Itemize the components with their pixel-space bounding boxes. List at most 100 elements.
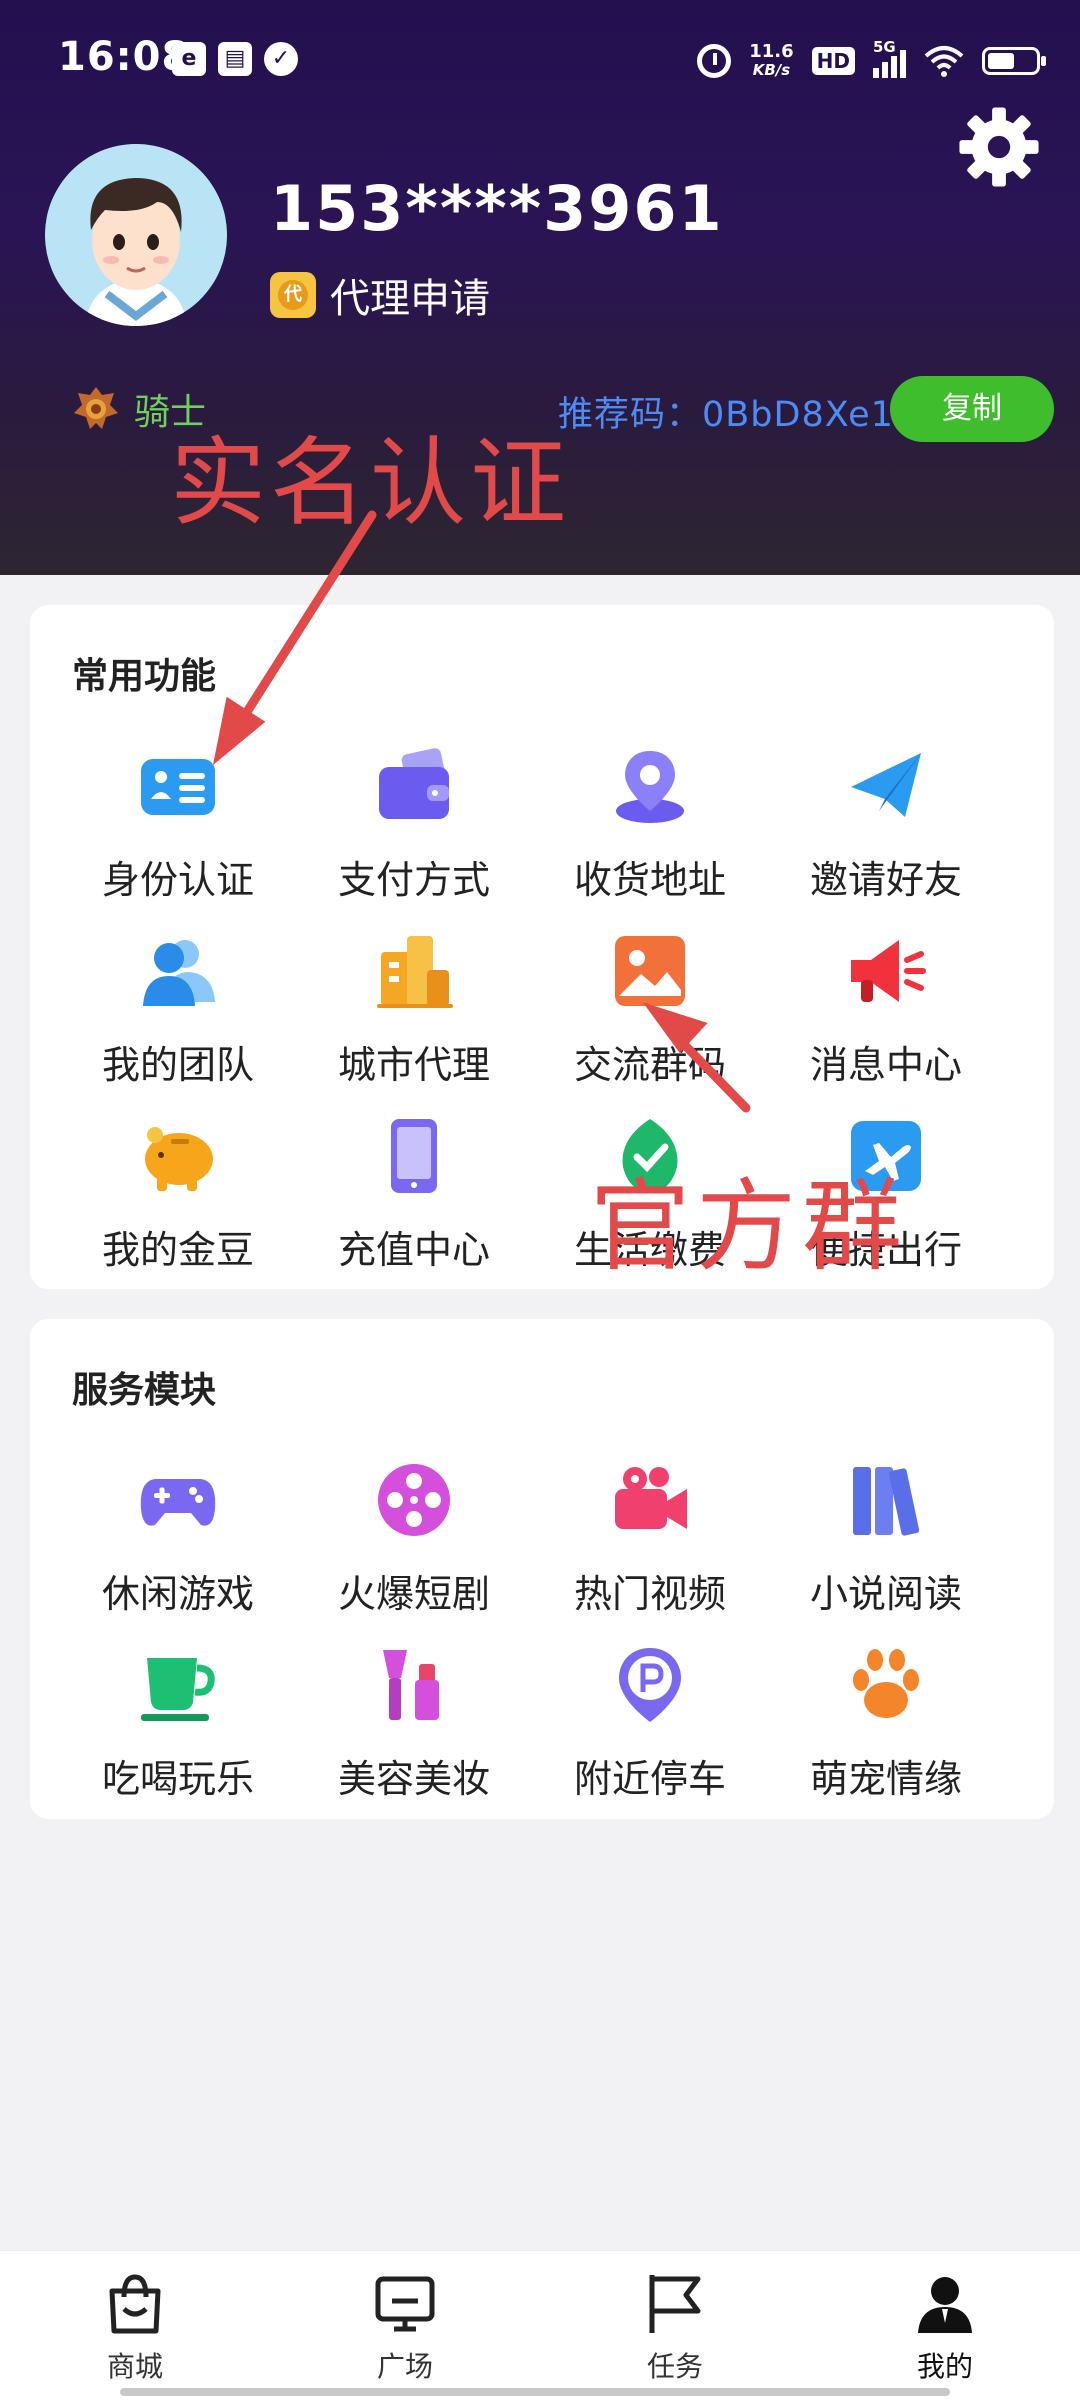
grid-item-group-code[interactable]: 交流群码: [532, 930, 768, 1115]
paw-icon: [853, 1649, 919, 1718]
network-speed: 11.6 KB/s: [749, 41, 794, 80]
grid-item-travel[interactable]: 便捷出行: [768, 1115, 1004, 1300]
qr-image-icon: [615, 936, 685, 1006]
team-icon: [143, 940, 215, 1006]
user-rank: 骑士: [72, 383, 206, 435]
location-pin-icon: [616, 751, 684, 823]
grid-item-label: 便捷出行: [809, 1228, 962, 1272]
grid-item-label: 消息中心: [809, 1043, 962, 1087]
profile-header: 16:08 e ▤ ✓ 11.6 KB/s HD 5G 153****3961 …: [0, 0, 1080, 575]
grid-item-food-fun[interactable]: 吃喝玩乐: [60, 1644, 296, 1829]
app-notification-icon: e: [172, 42, 206, 76]
nav-item-mine[interactable]: 我的: [810, 2251, 1080, 2400]
shopping-bag-icon: [109, 2274, 161, 2334]
grid-item-short-drama[interactable]: 火爆短剧: [296, 1459, 532, 1644]
grid-item-games[interactable]: 休闲游戏: [60, 1459, 296, 1644]
grid-item-label: 小说阅读: [809, 1572, 962, 1616]
grid-item-parking[interactable]: 附近停车: [532, 1644, 768, 1829]
grid-item-label: 萌宠情缘: [809, 1757, 962, 1801]
grid-item-label: 交流群码: [573, 1043, 726, 1087]
user-phone-number: 153****3961: [270, 172, 724, 245]
agent-apply-link[interactable]: 代 代理申请: [270, 266, 490, 324]
cosmetics-icon: [383, 1650, 439, 1720]
alarm-icon: [697, 44, 732, 78]
books-icon: [853, 1467, 920, 1536]
grid-item-recharge[interactable]: 充值中心: [296, 1115, 532, 1300]
agent-badge-icon: 代: [270, 272, 316, 318]
copy-referral-button[interactable]: 复制: [890, 376, 1054, 442]
settings-gear-icon[interactable]: [956, 104, 1042, 190]
store-notification-icon: ▤: [218, 42, 252, 76]
nav-item-tasks[interactable]: 任务: [540, 2251, 810, 2400]
grid-item-label: 身份认证: [101, 858, 254, 902]
grid-item-label: 收货地址: [573, 858, 726, 902]
grid-item-label: 美容美妆: [337, 1757, 490, 1801]
knight-emblem-icon: [74, 387, 118, 429]
grid-item-team[interactable]: 我的团队: [60, 930, 296, 1115]
grid-item-messages[interactable]: 消息中心: [768, 930, 1004, 1115]
gamepad-icon: [140, 1479, 216, 1526]
grid-item-label: 火爆短剧: [337, 1572, 490, 1616]
grid-item-life-payment[interactable]: 生活缴费: [532, 1115, 768, 1300]
grid-item-label: 热门视频: [573, 1572, 726, 1616]
grid-item-identity[interactable]: 身份认证: [60, 745, 296, 930]
referral-code: 推荐码：0BbD8Xe1: [558, 395, 894, 435]
id-card-icon: [141, 759, 215, 815]
monitor-icon: [375, 2276, 435, 2332]
grid-item-invite[interactable]: 邀请好友: [768, 745, 1004, 930]
service-modules-title: 服务模块: [72, 1370, 217, 1411]
grid-item-hot-videos[interactable]: 热门视频: [532, 1459, 768, 1644]
avatar-cartoon-boy: [45, 144, 227, 326]
parking-icon: [619, 1648, 681, 1722]
bottom-navigation: 商城 广场 任务 我的: [0, 2250, 1080, 2400]
megaphone-icon: [851, 940, 926, 1002]
user-icon: [918, 2277, 972, 2333]
cup-icon: [141, 1658, 215, 1721]
grid-item-beauty[interactable]: 美容美妆: [296, 1644, 532, 1829]
paper-plane-icon: [851, 753, 921, 817]
avatar[interactable]: [45, 144, 227, 326]
city-icon: [377, 936, 453, 1008]
nav-label-tasks: 任务: [646, 2350, 703, 2383]
grid-item-label: 生活缴费: [573, 1228, 726, 1272]
common-functions-title: 常用功能: [72, 656, 217, 697]
gesture-bar: [120, 2388, 950, 2396]
grid-item-label: 附近停车: [573, 1757, 726, 1801]
cell-signal-icon: 5G: [873, 38, 906, 78]
wifi-icon: [924, 46, 964, 77]
grid-item-address[interactable]: 收货地址: [532, 745, 768, 930]
wallet-icon: [379, 748, 449, 819]
check-notification-icon: ✓: [264, 42, 298, 76]
grid-item-label: 城市代理: [337, 1043, 490, 1087]
grid-item-pets[interactable]: 萌宠情缘: [768, 1644, 1004, 1829]
status-bar: 16:08 e ▤ ✓ 11.6 KB/s HD 5G: [0, 0, 1080, 120]
rank-label: 骑士: [134, 392, 207, 433]
grid-item-gold-beans[interactable]: 我的金豆: [60, 1115, 296, 1300]
grid-item-label: 休闲游戏: [101, 1572, 254, 1616]
nav-label-square: 广场: [376, 2350, 433, 2383]
hd-icon: HD: [811, 47, 855, 75]
video-camera-icon: [615, 1467, 687, 1529]
grid-item-label: 支付方式: [337, 858, 490, 902]
nav-item-mall[interactable]: 商城: [0, 2251, 270, 2400]
grid-item-novels[interactable]: 小说阅读: [768, 1459, 1004, 1644]
nav-label-mall: 商城: [106, 2350, 163, 2383]
film-reel-icon: [378, 1464, 450, 1536]
leaf-check-icon: [622, 1119, 678, 1193]
grid-item-label: 我的团队: [101, 1043, 254, 1087]
battery-icon: [982, 47, 1046, 75]
grid-item-label: 我的金豆: [101, 1228, 254, 1272]
grid-item-payment[interactable]: 支付方式: [296, 745, 532, 930]
airplane-icon: [851, 1121, 921, 1191]
phone-recharge-icon: [391, 1119, 437, 1193]
grid-item-label: 充值中心: [337, 1228, 490, 1272]
status-time: 16:08: [58, 34, 191, 80]
agent-apply-label: 代理申请: [330, 276, 490, 322]
grid-item-label: 邀请好友: [809, 858, 962, 902]
service-modules-card: 服务模块 休闲游戏 火爆短剧 热门视频 小说阅读 吃喝玩乐 美容美妆 附近停车 …: [30, 1319, 1054, 1819]
grid-item-city-agent[interactable]: 城市代理: [296, 930, 532, 1115]
piggy-bank-icon: [145, 1127, 213, 1191]
nav-item-square[interactable]: 广场: [270, 2251, 540, 2400]
grid-item-label: 吃喝玩乐: [101, 1757, 254, 1801]
common-functions-card: 常用功能 身份认证 支付方式 收货地址 邀请好友 我的团队 城市代理 交流群码 …: [30, 605, 1054, 1289]
